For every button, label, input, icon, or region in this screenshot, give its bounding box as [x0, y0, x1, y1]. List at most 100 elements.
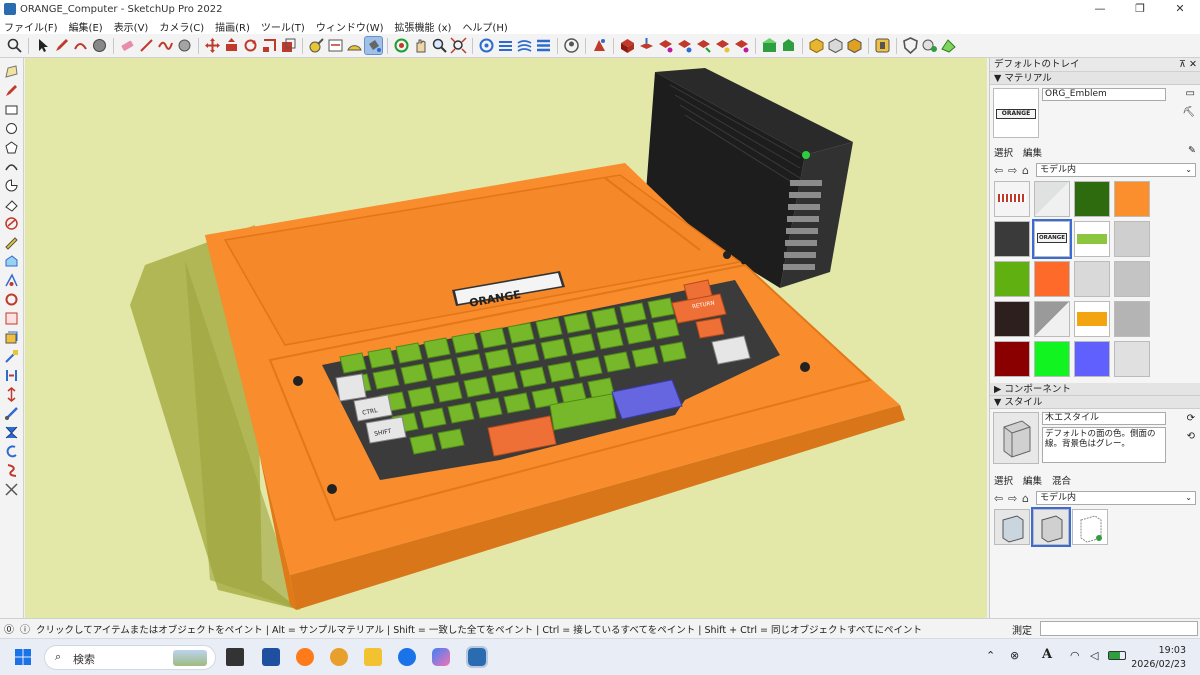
- pushpull-tool-icon[interactable]: [4, 254, 19, 269]
- material-swatch[interactable]: [1114, 181, 1150, 217]
- material-swatch[interactable]: ORANGE: [1032, 219, 1072, 259]
- view-front-icon[interactable]: [657, 37, 674, 54]
- move-tool-icon[interactable]: [204, 37, 221, 54]
- update-style-icon[interactable]: ⟲: [1187, 431, 1195, 442]
- tape-measure-icon[interactable]: [4, 406, 19, 421]
- material-swatch[interactable]: [994, 301, 1030, 337]
- add-location-icon[interactable]: [921, 37, 938, 54]
- menu-file[interactable]: ファイル(F): [4, 19, 58, 34]
- material-swatch[interactable]: [1074, 341, 1110, 377]
- eyedropper-icon[interactable]: ✎: [1188, 145, 1196, 159]
- measurements-input[interactable]: [1040, 621, 1198, 636]
- menu-camera[interactable]: カメラ(C): [159, 19, 204, 34]
- sandbox-icon[interactable]: [940, 37, 957, 54]
- pencil-tool-icon[interactable]: [4, 83, 19, 98]
- styles-header[interactable]: ▼ スタイル: [990, 396, 1200, 409]
- scale-tool-icon[interactable]: [4, 311, 19, 326]
- task-view-icon[interactable]: [226, 648, 244, 666]
- pie-tool-icon[interactable]: [4, 178, 19, 193]
- mail-icon[interactable]: [262, 648, 280, 666]
- zoom-tool-icon[interactable]: [431, 37, 448, 54]
- position-camera-icon[interactable]: [4, 482, 19, 497]
- sketchup-taskbar-icon[interactable]: [466, 646, 488, 668]
- material-swatch[interactable]: [1074, 221, 1110, 257]
- menu-draw[interactable]: 描画(R): [215, 19, 250, 34]
- material-library-select[interactable]: モデル内 ⌄: [1036, 163, 1196, 177]
- battery-icon[interactable]: [1108, 651, 1126, 660]
- move-tool-icon[interactable]: [4, 273, 19, 288]
- material-swatch[interactable]: [1034, 181, 1070, 217]
- material-swatch[interactable]: [994, 221, 1030, 257]
- tab-edit[interactable]: 編集: [1023, 473, 1042, 487]
- model-viewport[interactable]: ORANGE CTRL SHIFT RETURN: [25, 58, 987, 618]
- view-bottom-icon[interactable]: [733, 37, 750, 54]
- maximize-button[interactable]: ❐: [1120, 0, 1160, 18]
- material-swatch[interactable]: [1114, 221, 1150, 257]
- material-swatch[interactable]: [1034, 261, 1070, 297]
- firefox-icon[interactable]: [296, 648, 314, 666]
- forward-arrow-icon[interactable]: ⇨: [1008, 164, 1018, 177]
- tab-select[interactable]: 選択: [994, 473, 1013, 487]
- material-swatch[interactable]: [994, 261, 1030, 297]
- rotate-tool-icon[interactable]: [4, 292, 19, 307]
- pan-tool-icon[interactable]: [412, 37, 429, 54]
- tray-pin-icon[interactable]: ⊼: [1179, 58, 1186, 72]
- rotate-tool-icon[interactable]: [242, 37, 259, 54]
- outer-shell-icon[interactable]: [846, 37, 863, 54]
- menu-help[interactable]: ヘルプ(H): [462, 19, 507, 34]
- circle-tool-icon[interactable]: [176, 37, 193, 54]
- style-name-field[interactable]: 木エスタイル: [1042, 412, 1166, 425]
- pencil-tool-icon[interactable]: [53, 37, 70, 54]
- forward-arrow-icon[interactable]: ⇨: [1008, 492, 1018, 505]
- style-preview[interactable]: [993, 412, 1039, 464]
- component-icon[interactable]: [808, 37, 825, 54]
- tray-close-icon[interactable]: ✕: [1189, 58, 1197, 72]
- view-iso-icon[interactable]: [619, 37, 636, 54]
- tab-mix[interactable]: 混合: [1052, 473, 1071, 487]
- walk-tool-icon[interactable]: [4, 463, 19, 478]
- account-icon[interactable]: [563, 37, 580, 54]
- windows-start-icon[interactable]: [14, 648, 32, 666]
- rectangle-tool-icon[interactable]: [4, 102, 19, 117]
- circle-tool-icon[interactable]: [4, 121, 19, 136]
- view-right-icon[interactable]: [676, 37, 693, 54]
- eraser-tool-icon[interactable]: [119, 37, 136, 54]
- select-tool-icon[interactable]: [4, 64, 19, 79]
- ime-indicator[interactable]: A: [1042, 647, 1052, 662]
- arc-tool-icon[interactable]: [4, 159, 19, 174]
- section-cuts-icon[interactable]: [516, 37, 533, 54]
- style-thumb[interactable]: [1031, 507, 1071, 547]
- material-swatch[interactable]: [1074, 301, 1110, 337]
- freehand-tool-icon[interactable]: [157, 37, 174, 54]
- section-tool-icon[interactable]: [4, 368, 19, 383]
- volume-icon[interactable]: ◁: [1090, 649, 1098, 662]
- section-fill-icon[interactable]: [535, 37, 552, 54]
- eraser-tool-icon[interactable]: [4, 197, 19, 212]
- extension-warehouse-icon[interactable]: [591, 37, 608, 54]
- home-icon[interactable]: ⌂: [1022, 492, 1032, 505]
- section-plane-icon[interactable]: [478, 37, 495, 54]
- search-icon[interactable]: [6, 37, 23, 54]
- dimension-tool-icon[interactable]: [327, 37, 344, 54]
- material-name-field[interactable]: ORG_Emblem: [1042, 88, 1166, 101]
- material-swatch[interactable]: [1114, 261, 1150, 297]
- protractor-tool-icon[interactable]: [4, 425, 19, 440]
- view-back-icon[interactable]: [695, 37, 712, 54]
- material-swatch[interactable]: [1034, 301, 1070, 337]
- solid-tools-icon[interactable]: [827, 37, 844, 54]
- menu-view[interactable]: 表示(V): [114, 19, 149, 34]
- geo-location-icon[interactable]: ⓪: [4, 621, 14, 636]
- back-arrow-icon[interactable]: ⇦: [994, 164, 1004, 177]
- tab-edit[interactable]: 編集: [1023, 145, 1042, 159]
- app-eye-icon[interactable]: [330, 648, 348, 666]
- menu-extensions[interactable]: 拡張機能 (x): [395, 19, 452, 34]
- material-swatch[interactable]: [1074, 181, 1110, 217]
- style-thumb[interactable]: [1072, 509, 1108, 545]
- components-header[interactable]: ▶ コンポーネント: [990, 383, 1200, 396]
- materials-header[interactable]: ▼ マテリアル: [990, 72, 1200, 85]
- sample-paint-icon[interactable]: ⛏: [1182, 107, 1195, 118]
- material-swatch[interactable]: [994, 341, 1030, 377]
- create-style-icon[interactable]: ⟳: [1187, 413, 1195, 424]
- offset-tool-icon[interactable]: [4, 216, 19, 231]
- layout-icon[interactable]: [874, 37, 891, 54]
